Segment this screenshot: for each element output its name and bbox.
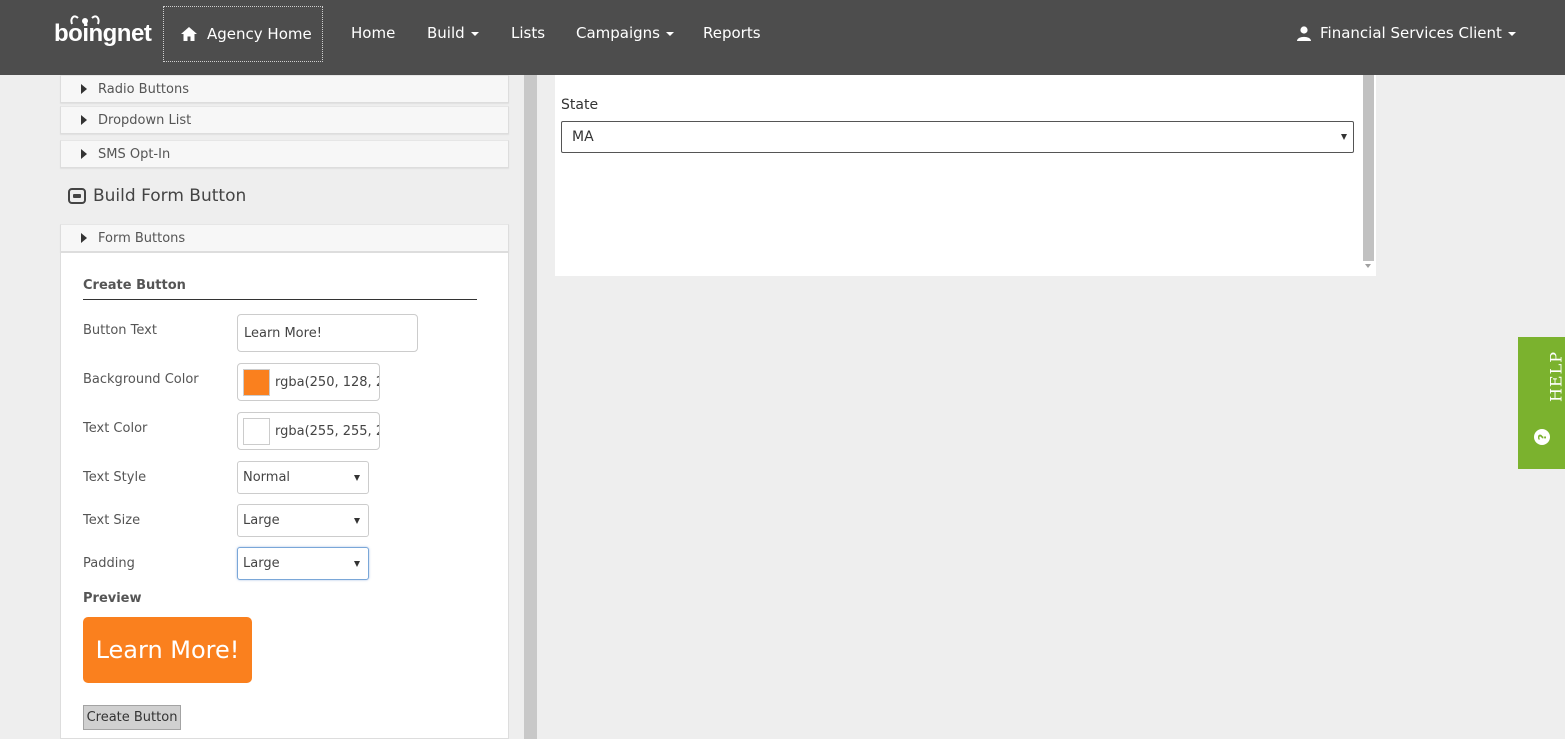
button-text-label: Button Text bbox=[83, 323, 157, 338]
caret-down-icon bbox=[666, 32, 675, 36]
accordion-label: Radio Buttons bbox=[98, 81, 189, 97]
nav-campaigns-label: Campaigns bbox=[576, 24, 661, 42]
nav-lists-label: Lists bbox=[511, 24, 546, 42]
scroll-down-arrow-icon[interactable] bbox=[1365, 264, 1371, 268]
logo-text: boingnet bbox=[54, 20, 152, 47]
user-menu[interactable]: Financial Services Client bbox=[1296, 24, 1516, 42]
user-icon bbox=[1297, 26, 1311, 41]
text-size-select[interactable]: Large bbox=[237, 504, 369, 537]
help-tab[interactable]: HELP ? bbox=[1518, 337, 1565, 469]
boingnet-logo[interactable]: boingnet bbox=[54, 12, 152, 48]
state-label: State bbox=[561, 97, 599, 113]
text-color-value: rgba(255, 255, 2 bbox=[275, 423, 380, 439]
button-icon bbox=[68, 188, 86, 204]
preview-label: Preview bbox=[83, 591, 142, 606]
dropdown-arrow-icon bbox=[354, 475, 360, 481]
background-color-swatch[interactable] bbox=[243, 368, 270, 396]
create-button-form: Create Button Button Text Learn More! Ba… bbox=[60, 252, 509, 739]
form-preview-pane: State MA bbox=[555, 75, 1361, 276]
home-icon bbox=[181, 27, 197, 41]
accordion-label: Dropdown List bbox=[98, 112, 192, 128]
dropdown-arrow-icon bbox=[1341, 134, 1347, 140]
nav-build[interactable]: Build bbox=[427, 24, 479, 42]
help-label: HELP bbox=[1546, 350, 1565, 403]
triangle-right-icon bbox=[81, 115, 87, 125]
text-style-select[interactable]: Normal bbox=[237, 461, 369, 494]
state-value: MA bbox=[572, 129, 594, 145]
accordion-dropdown-list[interactable]: Dropdown List bbox=[60, 106, 509, 134]
top-navbar: boingnet Agency Home Home Build Lists Ca… bbox=[0, 0, 1565, 75]
question-icon: ? bbox=[1534, 429, 1550, 445]
nav-campaigns[interactable]: Campaigns bbox=[576, 24, 675, 42]
nav-build-label: Build bbox=[427, 24, 465, 42]
text-color-input[interactable]: rgba(255, 255, 2 bbox=[237, 412, 380, 450]
nav-reports-label: Reports bbox=[703, 24, 761, 42]
nav-home-label: Home bbox=[351, 24, 396, 42]
accordion-label: SMS Opt-In bbox=[98, 146, 171, 162]
button-text-value: Learn More! bbox=[244, 325, 322, 341]
panel-divider[interactable] bbox=[524, 75, 537, 739]
triangle-right-icon bbox=[81, 233, 87, 243]
text-color-label: Text Color bbox=[83, 421, 148, 436]
form-builder-sidebar: Radio Buttons Dropdown List SMS Opt-In B… bbox=[60, 75, 510, 739]
text-style-value: Normal bbox=[243, 470, 291, 485]
preview-button: Learn More! bbox=[83, 617, 252, 683]
section-title-build-form-button: Build Form Button bbox=[68, 186, 246, 206]
background-color-value: rgba(250, 128, 2 bbox=[275, 374, 380, 390]
button-text-input[interactable]: Learn More! bbox=[237, 314, 418, 352]
agency-home-label: Agency Home bbox=[207, 25, 312, 43]
triangle-right-icon bbox=[81, 84, 87, 94]
text-size-value: Large bbox=[243, 513, 280, 528]
caret-down-icon bbox=[1507, 32, 1516, 36]
triangle-right-icon bbox=[81, 149, 87, 159]
text-size-label: Text Size bbox=[83, 513, 141, 528]
padding-value: Large bbox=[243, 556, 280, 571]
dropdown-arrow-icon bbox=[354, 518, 360, 524]
nav-lists[interactable]: Lists bbox=[511, 24, 545, 42]
background-color-input[interactable]: rgba(250, 128, 2 bbox=[237, 363, 380, 401]
accordion-radio-buttons[interactable]: Radio Buttons bbox=[60, 75, 509, 103]
caret-down-icon bbox=[470, 32, 479, 36]
user-name: Financial Services Client bbox=[1320, 24, 1502, 42]
state-select[interactable]: MA bbox=[561, 121, 1354, 153]
agency-home-link[interactable]: Agency Home bbox=[163, 6, 323, 62]
accordion-label: Form Buttons bbox=[98, 230, 186, 246]
create-button-heading: Create Button bbox=[83, 278, 477, 300]
section-title-text: Build Form Button bbox=[93, 186, 247, 206]
dropdown-arrow-icon bbox=[354, 561, 360, 567]
accordion-form-buttons[interactable]: Form Buttons bbox=[60, 224, 509, 252]
accordion-sms-opt-in[interactable]: SMS Opt-In bbox=[60, 140, 509, 168]
text-color-swatch[interactable] bbox=[243, 417, 270, 445]
background-color-label: Background Color bbox=[83, 372, 199, 387]
padding-label: Padding bbox=[83, 556, 135, 571]
preview-scrollbar-thumb[interactable] bbox=[1363, 75, 1374, 261]
padding-select[interactable]: Large bbox=[237, 547, 369, 580]
nav-reports[interactable]: Reports bbox=[703, 24, 761, 42]
create-button[interactable]: Create Button bbox=[83, 705, 181, 730]
nav-home[interactable]: Home bbox=[351, 24, 395, 42]
text-style-label: Text Style bbox=[83, 470, 147, 485]
